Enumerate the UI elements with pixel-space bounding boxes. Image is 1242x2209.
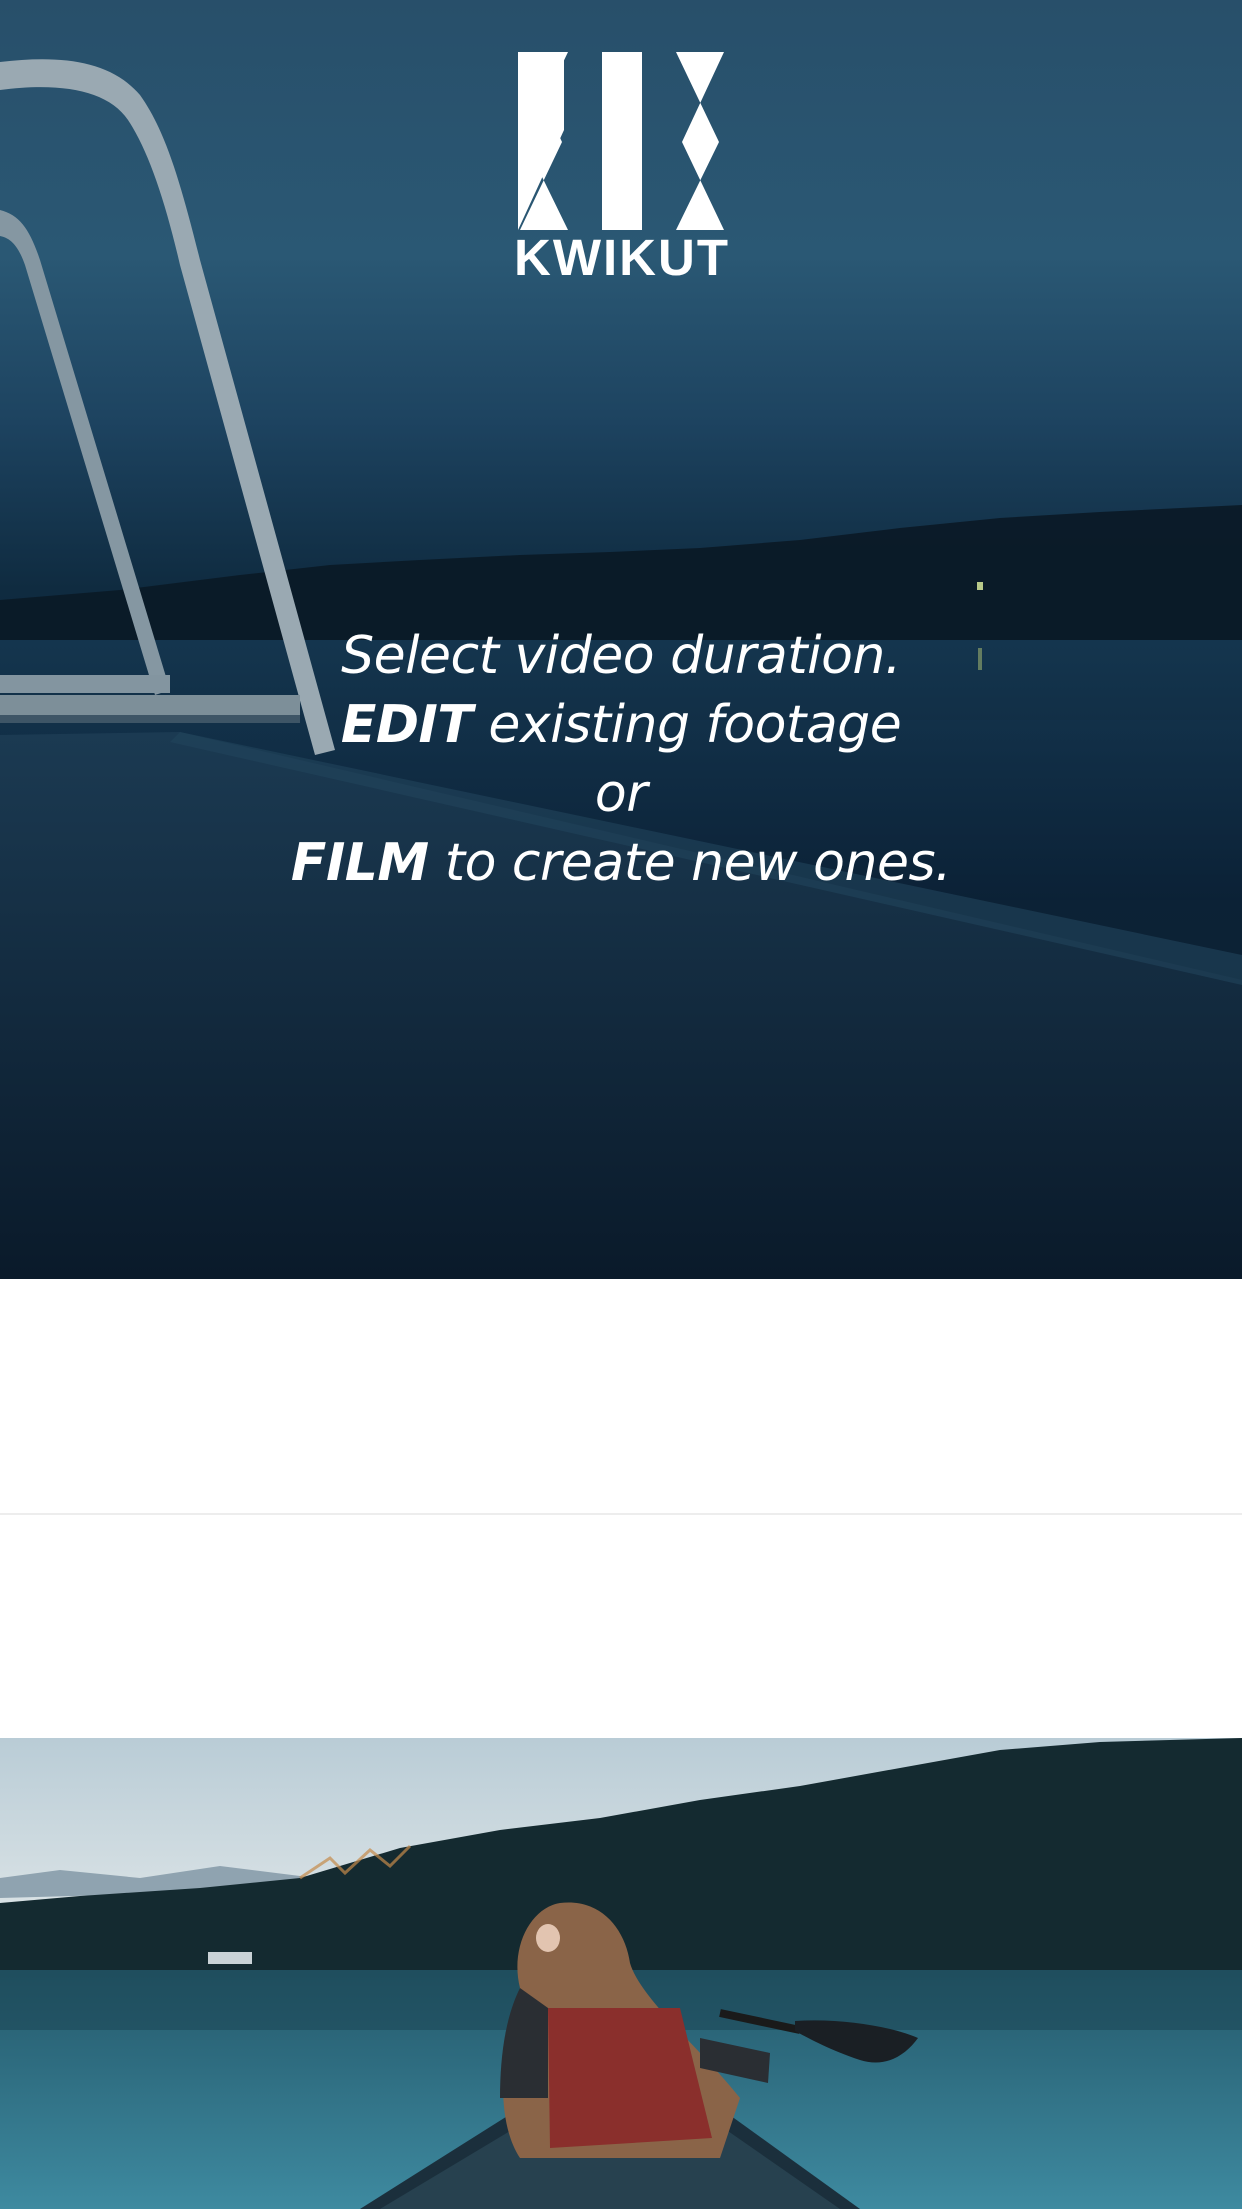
tagline-line-3: or [594,764,648,824]
kwikut-start-screen: KWIKUT Select video duration. EDIT exist… [0,0,1242,2209]
canoe-scene [0,1738,1242,2209]
canoe-lake-photo [0,1738,1242,2209]
tagline-line-2: EDIT existing footage [0,691,1242,760]
edit-keyword: EDIT [340,695,473,755]
kwikut-k-mark-icon [518,52,724,230]
film-keyword: FILM [290,833,429,893]
tagline-line-4-rest: to create new ones. [428,833,952,893]
hero-background: KWIKUT Select video duration. EDIT exist… [0,0,1242,1279]
brand-wordmark: KWIKUT [514,229,730,286]
kwikut-logo: KWIKUT [510,52,734,286]
tagline-line-2-rest: existing footage [472,695,902,755]
onboarding-tagline: Select video duration. EDIT existing foo… [0,622,1242,898]
tagline-line-4: FILM to create new ones. [0,829,1242,898]
tagline-line-1: Select video duration. [341,626,901,686]
duration-selection-area [0,1279,1242,1738]
section-divider [0,1513,1242,1515]
